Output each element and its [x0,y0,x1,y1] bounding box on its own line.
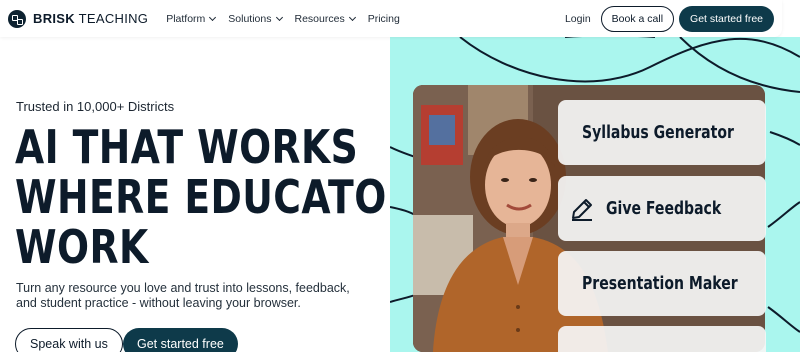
headline-line-1: AI THAT WORKS [15,120,359,174]
nav-item-platform[interactable]: Platform [166,13,217,25]
speak-with-us-button[interactable]: Speak with us [15,328,123,352]
headline-line-3: WORK [15,220,149,274]
nav-get-started-button[interactable]: Get started free [679,5,774,32]
chevron-down-icon [275,13,283,21]
nav-links: Platform Solutions Resources Pricing [166,13,413,25]
hero-get-started-button[interactable]: Get started free [123,328,238,352]
feature-card-syllabus[interactable]: Syllabus Generator [558,100,766,165]
nav-item-solutions[interactable]: Solutions [228,13,283,25]
chevron-down-icon [209,13,217,21]
headline-line-2: WHERE EDUCATORS [15,170,444,224]
top-navbar: BRISK TEACHING Platform Solutions Resour… [0,0,782,37]
feature-card-partial[interactable] [558,326,766,352]
pen-icon [572,198,592,221]
feature-card-feedback[interactable]: Give Feedback [558,176,766,241]
feature-card-label: Presentation Maker [582,273,738,294]
hero-subtitle: Turn any resource you love and trust int… [16,281,350,310]
brand-name: BRISK TEACHING [33,11,149,26]
nav-actions: Login Book a call Get started free [565,5,774,32]
feature-card-label: Give Feedback [606,198,722,219]
book-call-button[interactable]: Book a call [600,5,675,32]
login-link[interactable]: Login [565,13,591,25]
brisk-logo-icon [8,9,26,28]
trusted-tagline: Trusted in 10,000+ Districts [16,99,175,114]
chevron-down-icon [348,13,356,21]
nav-item-pricing[interactable]: Pricing [368,13,400,25]
feature-card-label: Syllabus Generator [582,122,734,143]
nav-item-resources[interactable]: Resources [295,13,356,25]
brand-logo[interactable]: BRISK TEACHING [8,9,149,28]
hero-headline: AI THAT WORKS WHERE EDUCATORS WORK [15,120,444,274]
feature-card-presentation[interactable]: Presentation Maker [558,251,766,316]
